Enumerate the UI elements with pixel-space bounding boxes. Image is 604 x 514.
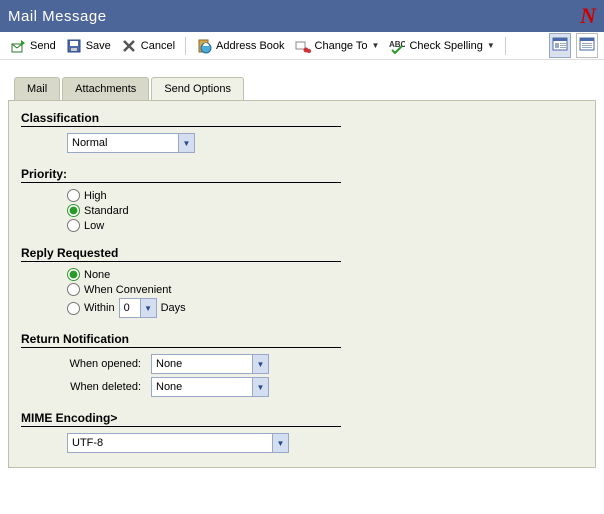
- classification-value: Normal: [68, 134, 178, 152]
- check-spelling-button[interactable]: ABC Check Spelling ▼: [385, 36, 498, 56]
- return-notification-section: Return Notification When opened: None ▼ …: [21, 332, 583, 397]
- view-mode-html-button[interactable]: [549, 33, 571, 58]
- novell-logo: N: [580, 3, 596, 29]
- when-deleted-label: When deleted:: [21, 381, 151, 393]
- mime-select[interactable]: UTF-8 ▼: [67, 433, 289, 453]
- mime-section: MIME Encoding> UTF-8 ▼: [21, 411, 583, 453]
- chevron-down-icon: ▼: [272, 434, 288, 452]
- toolbar: Send Save Cancel Address Book Change To …: [0, 32, 604, 60]
- divider: [21, 126, 341, 127]
- chevron-down-icon: ▼: [252, 355, 268, 373]
- cancel-icon: [121, 38, 137, 54]
- save-label: Save: [86, 40, 111, 52]
- mime-label: MIME Encoding>: [21, 411, 583, 425]
- divider: [21, 426, 341, 427]
- change-to-icon: [295, 38, 311, 54]
- priority-low-radio[interactable]: Low: [67, 219, 583, 232]
- address-book-label: Address Book: [216, 40, 284, 52]
- change-to-button[interactable]: Change To ▼: [291, 36, 384, 56]
- priority-high-label: High: [84, 190, 107, 202]
- check-spelling-icon: ABC: [389, 38, 405, 54]
- classification-label: Classification: [21, 111, 583, 125]
- toolbar-separator: [185, 37, 186, 55]
- chevron-down-icon: ▼: [140, 299, 156, 317]
- send-icon: [10, 38, 26, 54]
- save-button[interactable]: Save: [62, 36, 115, 56]
- return-notification-label: Return Notification: [21, 332, 583, 346]
- send-label: Send: [30, 40, 56, 52]
- reply-none-radio[interactable]: None: [67, 268, 583, 281]
- titlebar: Mail Message N: [0, 0, 604, 32]
- chevron-down-icon: ▼: [372, 41, 380, 50]
- reply-within-radio[interactable]: Within 0 ▼ Days: [67, 298, 583, 318]
- priority-standard-radio[interactable]: Standard: [67, 204, 583, 217]
- reply-requested-label: Reply Requested: [21, 246, 583, 260]
- when-deleted-select[interactable]: None ▼: [151, 377, 269, 397]
- divider: [21, 182, 341, 183]
- cancel-label: Cancel: [141, 40, 175, 52]
- tab-send-options[interactable]: Send Options: [151, 77, 244, 100]
- classification-section: Classification Normal ▼: [21, 111, 583, 153]
- view-mode-text-button[interactable]: [576, 33, 598, 58]
- reply-within-suffix: Days: [161, 302, 186, 314]
- reply-convenient-label: When Convenient: [84, 284, 171, 296]
- send-options-panel: Classification Normal ▼ Priority: High S…: [8, 100, 596, 468]
- when-opened-value: None: [152, 355, 252, 373]
- when-opened-label: When opened:: [21, 358, 151, 370]
- mime-value: UTF-8: [68, 434, 272, 452]
- priority-standard-label: Standard: [84, 205, 129, 217]
- address-book-button[interactable]: Address Book: [192, 36, 288, 56]
- tab-attachments[interactable]: Attachments: [62, 77, 149, 100]
- check-spelling-label: Check Spelling: [409, 40, 482, 52]
- tab-mail[interactable]: Mail: [14, 77, 60, 100]
- classification-select[interactable]: Normal ▼: [67, 133, 195, 153]
- send-button[interactable]: Send: [6, 36, 60, 56]
- divider: [21, 347, 341, 348]
- priority-high-radio[interactable]: High: [67, 189, 583, 202]
- chevron-down-icon: ▼: [252, 378, 268, 396]
- toolbar-separator: [505, 37, 506, 55]
- change-to-label: Change To: [315, 40, 368, 52]
- reply-requested-section: Reply Requested None When Convenient Wit…: [21, 246, 583, 318]
- reply-none-label: None: [84, 269, 110, 281]
- reply-within-days-select[interactable]: 0 ▼: [119, 298, 157, 318]
- chevron-down-icon: ▼: [487, 41, 495, 50]
- priority-low-label: Low: [84, 220, 104, 232]
- priority-section: Priority: High Standard Low: [21, 167, 583, 232]
- reply-within-prefix: Within: [84, 302, 115, 314]
- divider: [21, 261, 341, 262]
- save-icon: [66, 38, 82, 54]
- window-title: Mail Message: [8, 8, 107, 25]
- chevron-down-icon: ▼: [178, 134, 194, 152]
- address-book-icon: [196, 38, 212, 54]
- svg-text:ABC: ABC: [389, 40, 405, 49]
- reply-convenient-radio[interactable]: When Convenient: [67, 283, 583, 296]
- tabstrip: Mail Attachments Send Options: [8, 74, 604, 100]
- cancel-button[interactable]: Cancel: [117, 36, 179, 56]
- when-deleted-value: None: [152, 378, 252, 396]
- reply-within-value: 0: [120, 299, 140, 317]
- when-opened-select[interactable]: None ▼: [151, 354, 269, 374]
- priority-label: Priority:: [21, 167, 583, 181]
